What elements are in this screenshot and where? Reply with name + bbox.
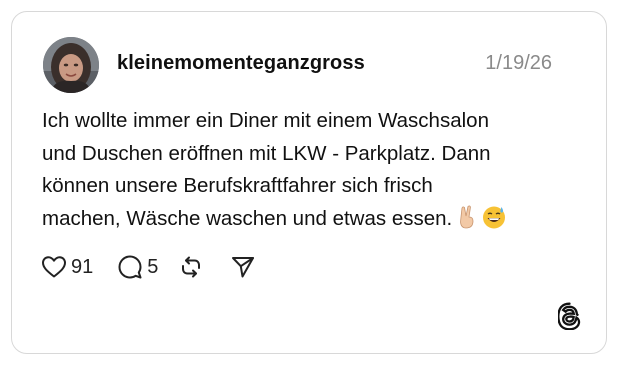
post-text-line-last: machen, Wäsche waschen und etwas essen. — [42, 203, 582, 240]
grinning-sweat-emoji — [482, 205, 506, 240]
heart-icon — [42, 256, 66, 278]
post-text: Ich wollte immer ein Diner mit einem Was… — [42, 105, 582, 239]
post-text-line: Ich wollte immer ein Diner mit einem Was… — [42, 109, 489, 132]
post-card: kleinemomenteganzgross 1/19/26 Ich wollt… — [11, 11, 607, 354]
post-actions: 91 5 — [41, 252, 256, 282]
threads-logo-icon[interactable] — [557, 302, 584, 331]
avatar[interactable] — [43, 37, 99, 93]
avatar-image — [43, 37, 99, 93]
like-count: 91 — [71, 255, 94, 278]
post-date: 1/19/26 — [485, 52, 552, 74]
send-icon — [232, 257, 255, 278]
repost-icon — [182, 256, 201, 278]
reply-button[interactable]: 5 — [117, 254, 158, 280]
post-text-line-content: machen, Wäsche waschen und etwas essen. — [42, 206, 453, 230]
repost-button[interactable] — [178, 254, 204, 280]
share-button[interactable] — [230, 254, 256, 280]
post-text-line: und Duschen eröffnen mit LKW - Parkplatz… — [42, 141, 491, 165]
username[interactable]: kleinemomenteganzgross — [117, 52, 365, 75]
like-button[interactable]: 91 — [41, 255, 93, 279]
comment-icon — [118, 255, 142, 279]
post-text-line: können unsere Berufskraftfahrer sich fri… — [42, 174, 433, 197]
reply-count: 5 — [147, 255, 159, 278]
victory-hand-emoji — [456, 204, 478, 240]
